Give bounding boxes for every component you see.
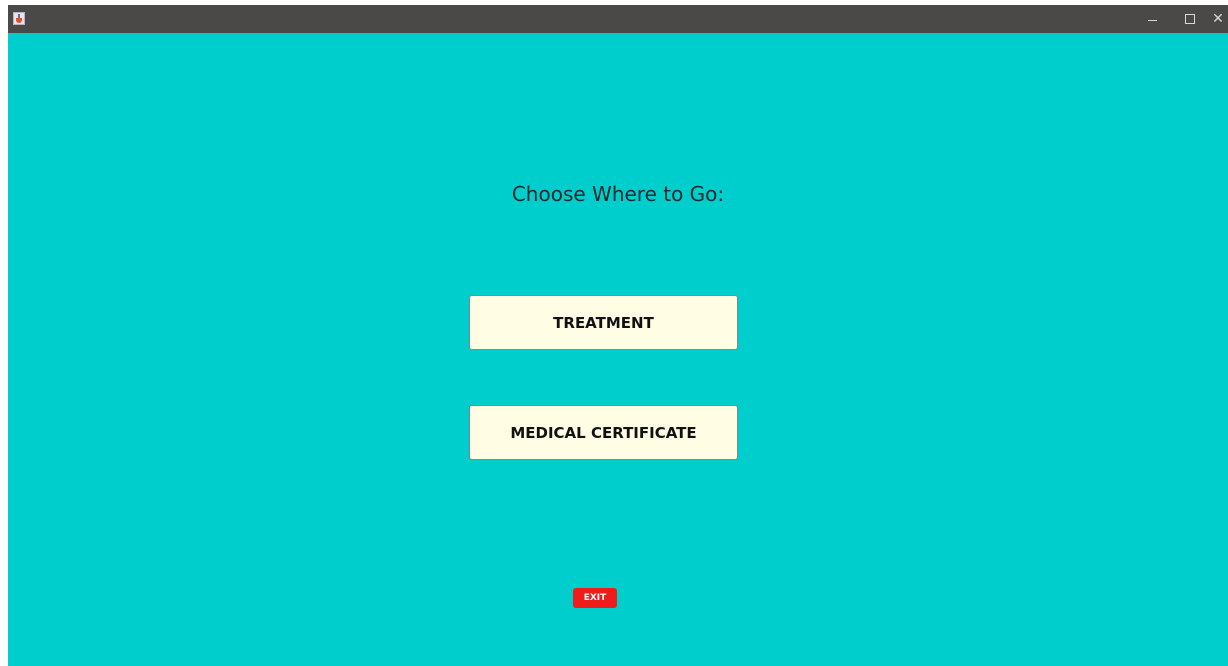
title-bar[interactable]: ✕ (8, 5, 1228, 33)
maximize-icon (1185, 14, 1195, 24)
exit-button[interactable]: EXIT (573, 588, 617, 608)
close-icon: ✕ (1212, 11, 1224, 27)
java-app-icon (13, 12, 25, 25)
treatment-button[interactable]: TREATMENT (469, 295, 738, 350)
minimize-icon (1147, 19, 1157, 21)
medical-certificate-button[interactable]: MEDICAL CERTIFICATE (469, 405, 738, 460)
page-heading: Choose Where to Go: (511, 182, 725, 206)
app-window: ✕ Choose Where to Go: TREATMENT MEDICAL … (8, 5, 1228, 666)
close-button[interactable]: ✕ (1204, 5, 1228, 33)
maximize-button[interactable] (1176, 5, 1204, 33)
minimize-button[interactable] (1138, 5, 1166, 33)
